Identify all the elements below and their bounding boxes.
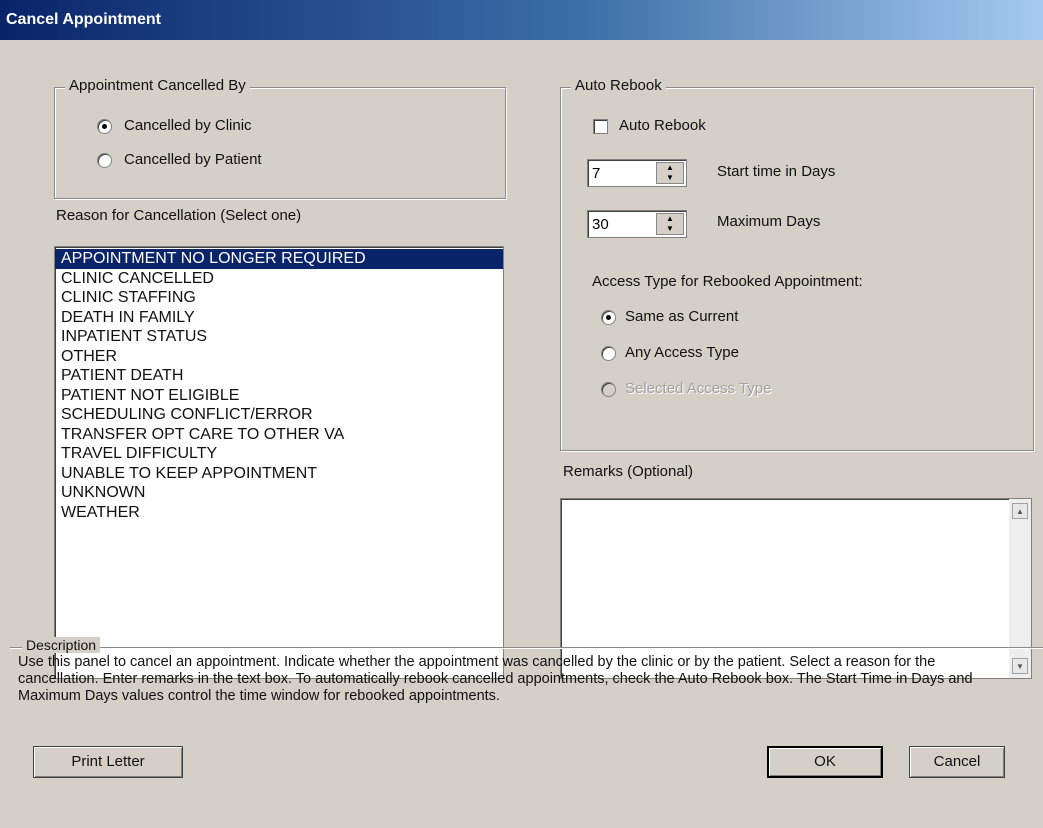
remarks-textarea[interactable]: ▲ ▼ <box>560 498 1032 679</box>
radio-same-as-current[interactable] <box>601 310 616 325</box>
max-days-label: Maximum Days <box>717 213 821 230</box>
cancelled-by-legend: Appointment Cancelled By <box>65 77 250 94</box>
cancel-appointment-dialog: Appointment Cancelled By Cancelled by Cl… <box>0 40 1043 828</box>
start-days-spin-buttons[interactable]: ▲ ▼ <box>656 162 684 184</box>
description-divider <box>10 647 1043 648</box>
start-days-stepper[interactable]: 7 ▲ ▼ <box>587 159 687 187</box>
max-days-value: 30 <box>592 216 609 233</box>
print-letter-button[interactable]: Print Letter <box>33 746 183 778</box>
radio-cancelled-by-clinic[interactable] <box>97 119 112 134</box>
scroll-up-icon[interactable]: ▲ <box>1012 503 1028 519</box>
access-type-label: Access Type for Rebooked Appointment: <box>592 273 863 290</box>
auto-rebook-checkbox[interactable] <box>593 119 608 134</box>
start-days-value: 7 <box>592 165 601 182</box>
radio-cancelled-by-patient[interactable] <box>97 153 112 168</box>
remarks-label: Remarks (Optional) <box>563 463 694 480</box>
description-text: Use this panel to cancel an appointment.… <box>18 654 973 704</box>
list-item[interactable]: OTHER <box>55 347 503 367</box>
list-item[interactable]: TRANSFER OPT CARE TO OTHER VA <box>55 425 503 445</box>
window-title-bar[interactable]: Cancel Appointment <box>0 0 1043 40</box>
list-item[interactable]: UNABLE TO KEEP APPOINTMENT <box>55 464 503 484</box>
spin-down-icon[interactable]: ▼ <box>657 173 683 183</box>
list-item[interactable]: CLINIC CANCELLED <box>55 269 503 289</box>
max-days-stepper[interactable]: 30 ▲ ▼ <box>587 210 687 238</box>
spin-down-icon[interactable]: ▼ <box>657 224 683 234</box>
cancel-button[interactable]: Cancel <box>909 746 1005 778</box>
start-days-label: Start time in Days <box>717 163 836 180</box>
spin-up-icon[interactable]: ▲ <box>657 214 683 224</box>
list-item[interactable]: APPOINTMENT NO LONGER REQUIRED <box>55 249 503 269</box>
spin-up-icon[interactable]: ▲ <box>657 163 683 173</box>
auto-rebook-legend: Auto Rebook <box>571 77 666 94</box>
auto-rebook-checkbox-label[interactable]: Auto Rebook <box>619 117 706 134</box>
list-item[interactable]: SCHEDULING CONFLICT/ERROR <box>55 405 503 425</box>
window-title: Cancel Appointment <box>6 11 161 28</box>
list-item[interactable]: TRAVEL DIFFICULTY <box>55 444 503 464</box>
radio-any-access-type[interactable] <box>601 346 616 361</box>
list-item[interactable]: UNKNOWN <box>55 483 503 503</box>
ok-button[interactable]: OK <box>767 746 883 778</box>
radio-selected-access-type-label: Selected Access Type <box>625 380 772 397</box>
list-item[interactable]: WEATHER <box>55 503 503 523</box>
radio-any-access-type-label[interactable]: Any Access Type <box>625 344 739 361</box>
list-item[interactable]: PATIENT NOT ELIGIBLE <box>55 386 503 406</box>
radio-same-as-current-label[interactable]: Same as Current <box>625 308 738 325</box>
remarks-scrollbar[interactable]: ▲ ▼ <box>1009 499 1031 678</box>
list-item[interactable]: CLINIC STAFFING <box>55 288 503 308</box>
radio-cancelled-by-clinic-label[interactable]: Cancelled by Clinic <box>124 117 252 134</box>
list-item[interactable]: DEATH IN FAMILY <box>55 308 503 328</box>
radio-selected-access-type <box>601 382 616 397</box>
max-days-spin-buttons[interactable]: ▲ ▼ <box>656 213 684 235</box>
reason-label: Reason for Cancellation (Select one) <box>56 207 302 224</box>
radio-cancelled-by-patient-label[interactable]: Cancelled by Patient <box>124 151 262 168</box>
list-item[interactable]: PATIENT DEATH <box>55 366 503 386</box>
reason-listbox[interactable]: APPOINTMENT NO LONGER REQUIRED CLINIC CA… <box>54 246 504 679</box>
description-legend: Description <box>22 637 101 653</box>
cancelled-by-group: Appointment Cancelled By <box>54 77 506 199</box>
list-item[interactable]: INPATIENT STATUS <box>55 327 503 347</box>
